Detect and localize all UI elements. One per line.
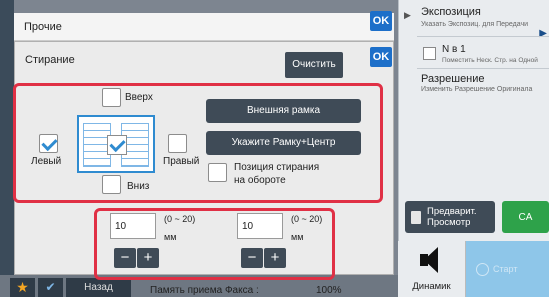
other-ok-button[interactable]: OK — [370, 11, 392, 31]
exposure-subtitle: Указать Экспозиц. для Передачи — [421, 21, 529, 28]
n-in-1-checkbox[interactable] — [423, 47, 436, 60]
width-1-minus-button[interactable]: − — [114, 248, 136, 268]
divider — [417, 68, 549, 69]
left-edge-checkbox[interactable] — [39, 134, 58, 153]
fax-memory-label: Память приема Факса : — [150, 285, 259, 296]
clear-button[interactable]: Очистить — [285, 52, 343, 78]
width-field-2-range: (0 ~ 20) — [291, 214, 323, 224]
center-checkbox[interactable] — [107, 135, 127, 155]
start-label: Старт — [493, 264, 518, 274]
ca-button[interactable]: CA — [502, 201, 549, 233]
document-icon — [411, 210, 421, 224]
resolution-title[interactable]: Разрешение — [421, 73, 485, 85]
width-2-plus-button[interactable]: + — [264, 248, 286, 268]
check-button[interactable]: ✔ — [38, 278, 63, 297]
fax-memory-value: 100% — [316, 285, 342, 296]
bottom-edge-label: Вниз — [127, 181, 150, 192]
exposure-title[interactable]: Экспозиция — [421, 6, 481, 18]
start-icon — [476, 263, 489, 276]
left-strip — [0, 0, 14, 297]
top-edge-label: Вверх — [125, 92, 153, 103]
preview-label-line1: Предварит. — [427, 206, 477, 217]
back-position-checkbox[interactable] — [208, 163, 227, 182]
width-field-1-range: (0 ~ 20) — [164, 214, 196, 224]
frame-center-button[interactable]: Укажите Рамку+Центр — [206, 131, 361, 155]
width-1-plus-button[interactable]: + — [137, 248, 159, 268]
width-2-minus-button[interactable]: − — [241, 248, 263, 268]
resolution-subtitle: Изменить Разрешение Оригинала — [421, 86, 533, 93]
start-button[interactable]: Старт — [466, 241, 549, 297]
preview-label: Предварит. Просмотр — [427, 206, 476, 228]
erase-dialog-title: Стирание — [25, 54, 75, 66]
chevron-right-icon[interactable]: ▶ — [539, 28, 547, 39]
right-edge-label: Правый — [163, 156, 200, 167]
width-field-2[interactable]: 10 — [237, 213, 283, 239]
right-edge-checkbox[interactable] — [168, 134, 187, 153]
bottom-edge-checkbox[interactable] — [102, 175, 121, 194]
top-edge-checkbox[interactable] — [102, 88, 121, 107]
back-position-label-line1: Позиция стирания — [234, 162, 320, 173]
width-field-2-unit: мм — [291, 232, 304, 242]
preview-button[interactable]: Предварит. Просмотр — [405, 201, 495, 233]
play-icon[interactable]: ▶ — [404, 10, 411, 21]
speaker-icon-cone — [424, 247, 438, 273]
speaker-button[interactable]: Динамик — [398, 241, 466, 297]
divider — [417, 36, 549, 37]
back-position-label-line2: на обороте — [234, 175, 286, 186]
outer-frame-button[interactable]: Внешняя рамка — [206, 99, 361, 123]
erase-dialog: Стирание Очистить Вверх Левый Правый Вни… — [13, 41, 394, 280]
n-in-1-title[interactable]: N в 1 — [442, 44, 466, 55]
n-in-1-subtitle: Поместить Неск. Стр. на Одной — [442, 57, 538, 64]
other-dialog-header: Прочие — [14, 13, 394, 41]
erase-ok-button[interactable]: OK — [370, 47, 392, 67]
back-button[interactable]: Назад — [66, 278, 131, 297]
favorite-star-button[interactable]: ★ — [10, 278, 35, 297]
back-position-label: Позиция стирания на обороте — [234, 161, 319, 187]
speaker-label: Динамик — [412, 281, 451, 292]
width-field-1[interactable]: 10 — [110, 213, 156, 239]
other-dialog-title: Прочие — [24, 21, 62, 33]
width-field-1-unit: мм — [164, 232, 177, 242]
preview-label-line2: Просмотр — [427, 217, 471, 228]
left-edge-label: Левый — [31, 156, 62, 167]
document-preview-icon — [77, 115, 155, 173]
